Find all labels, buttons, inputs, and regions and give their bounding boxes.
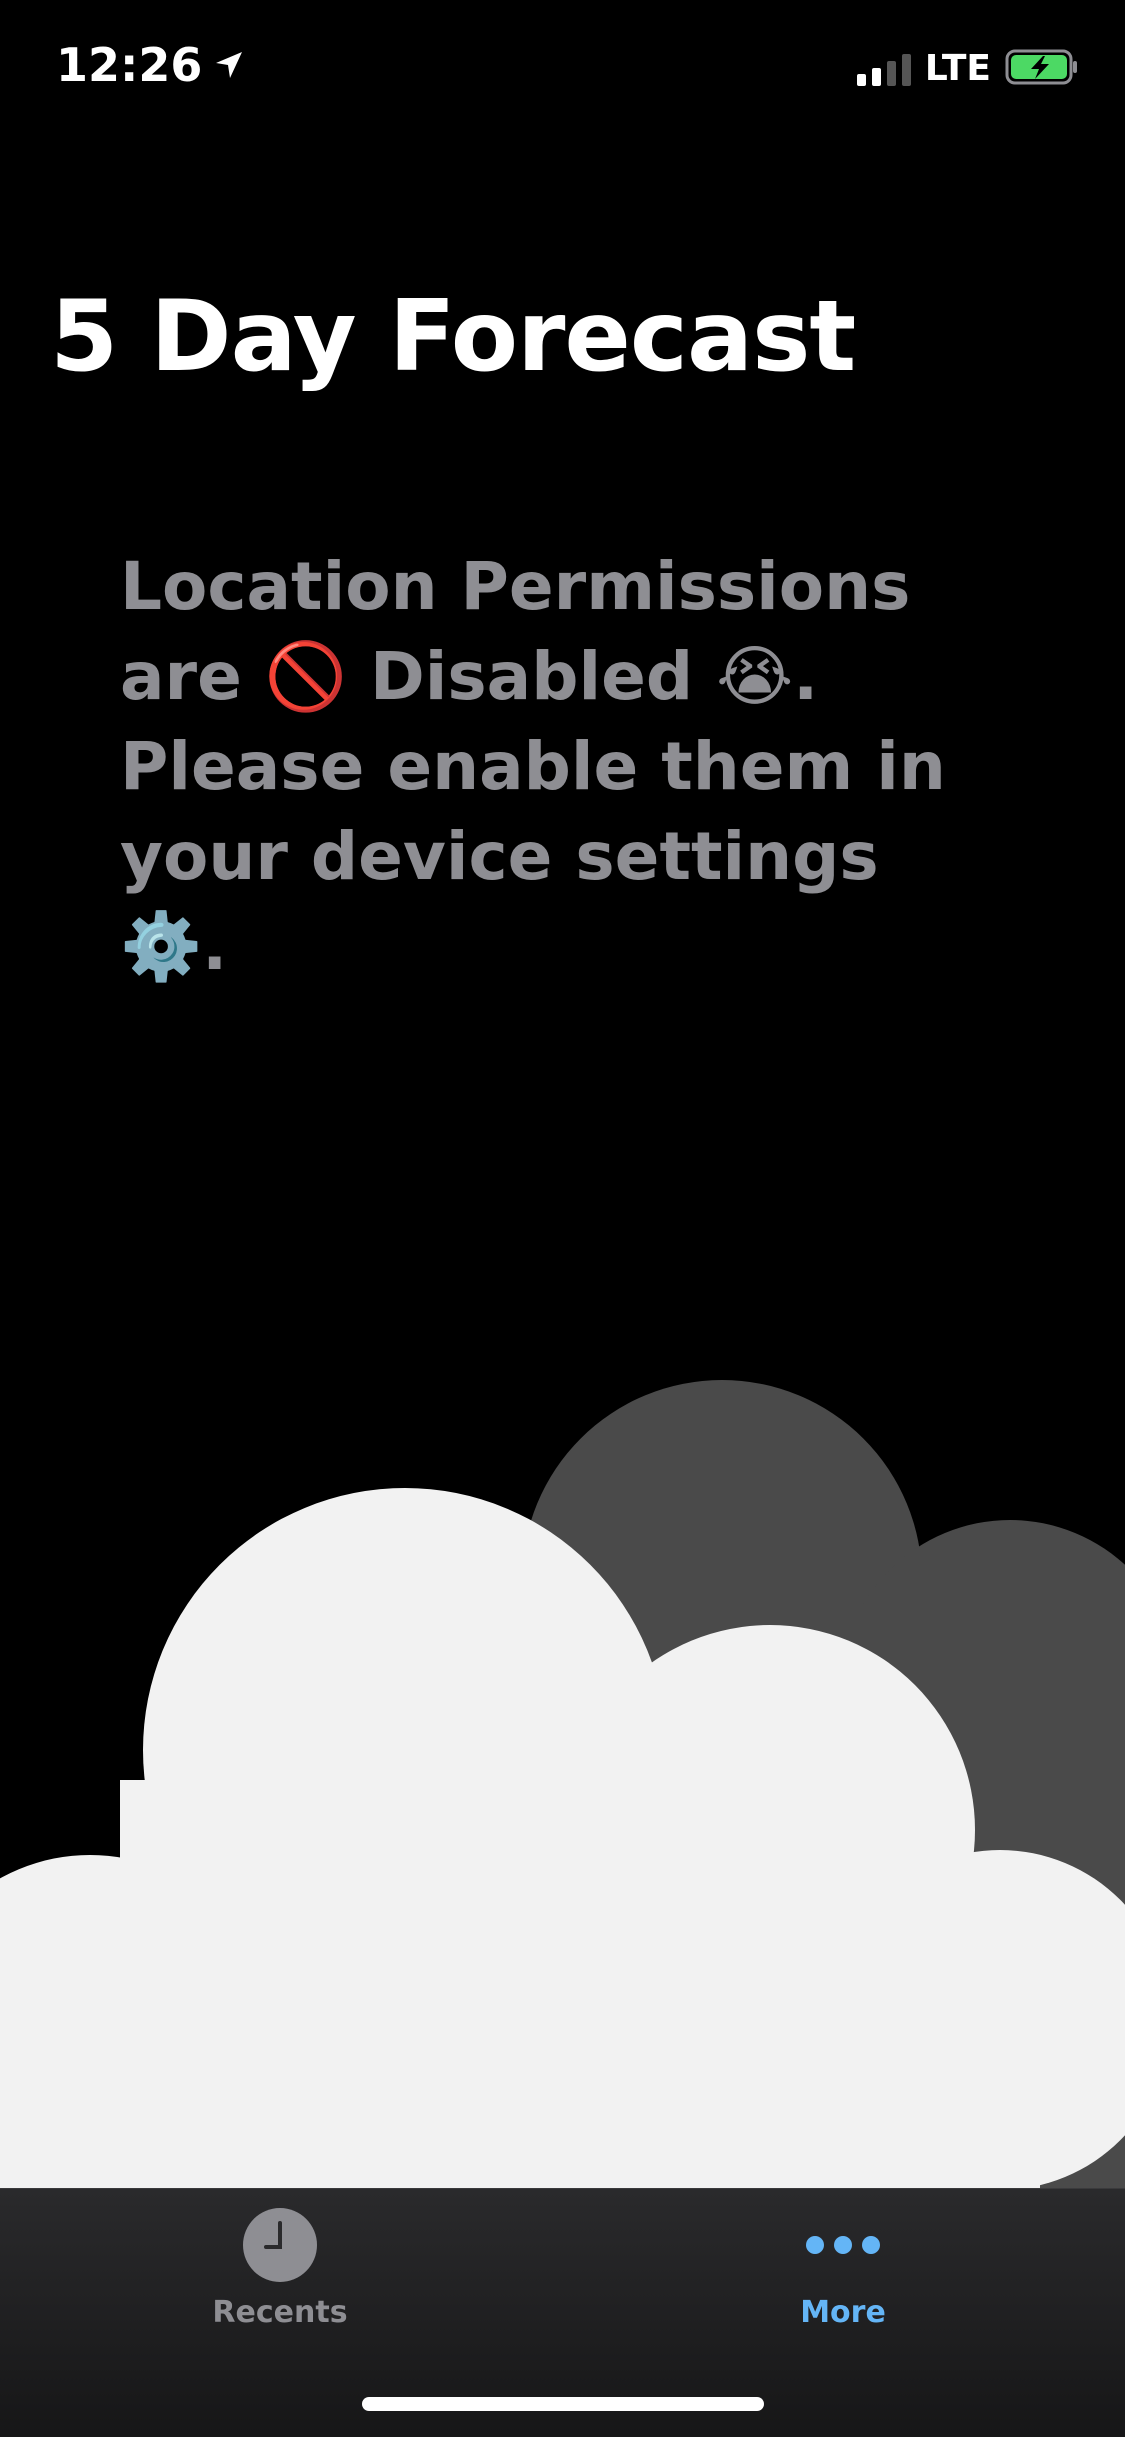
cloud-illustration [0,1360,1125,2225]
network-type-label: LTE [924,48,991,89]
tab-recents[interactable]: Recents [130,2207,430,2337]
home-indicator[interactable] [362,2397,764,2411]
clock-icon [242,2207,318,2283]
more-dots-icon [805,2207,881,2283]
tab-more-label: More [800,2295,886,2330]
tab-bar: Recents More [0,2188,1125,2437]
battery-charging-icon [1005,49,1079,89]
page-title: 5 Day Forecast [50,280,856,394]
location-permission-message: Location Permissions are 🚫 Disabled 😭. P… [120,548,946,985]
cellular-signal-icon [856,52,911,86]
status-time: 12:26 [56,38,203,92]
tab-recents-label: Recents [212,2295,348,2330]
tab-more[interactable]: More [693,2207,993,2337]
status-indicators: LTE [856,48,1079,89]
status-bar: 12:26 LTE [0,0,1125,140]
status-time-group: 12:26 [56,38,244,92]
location-arrow-icon [214,50,244,80]
